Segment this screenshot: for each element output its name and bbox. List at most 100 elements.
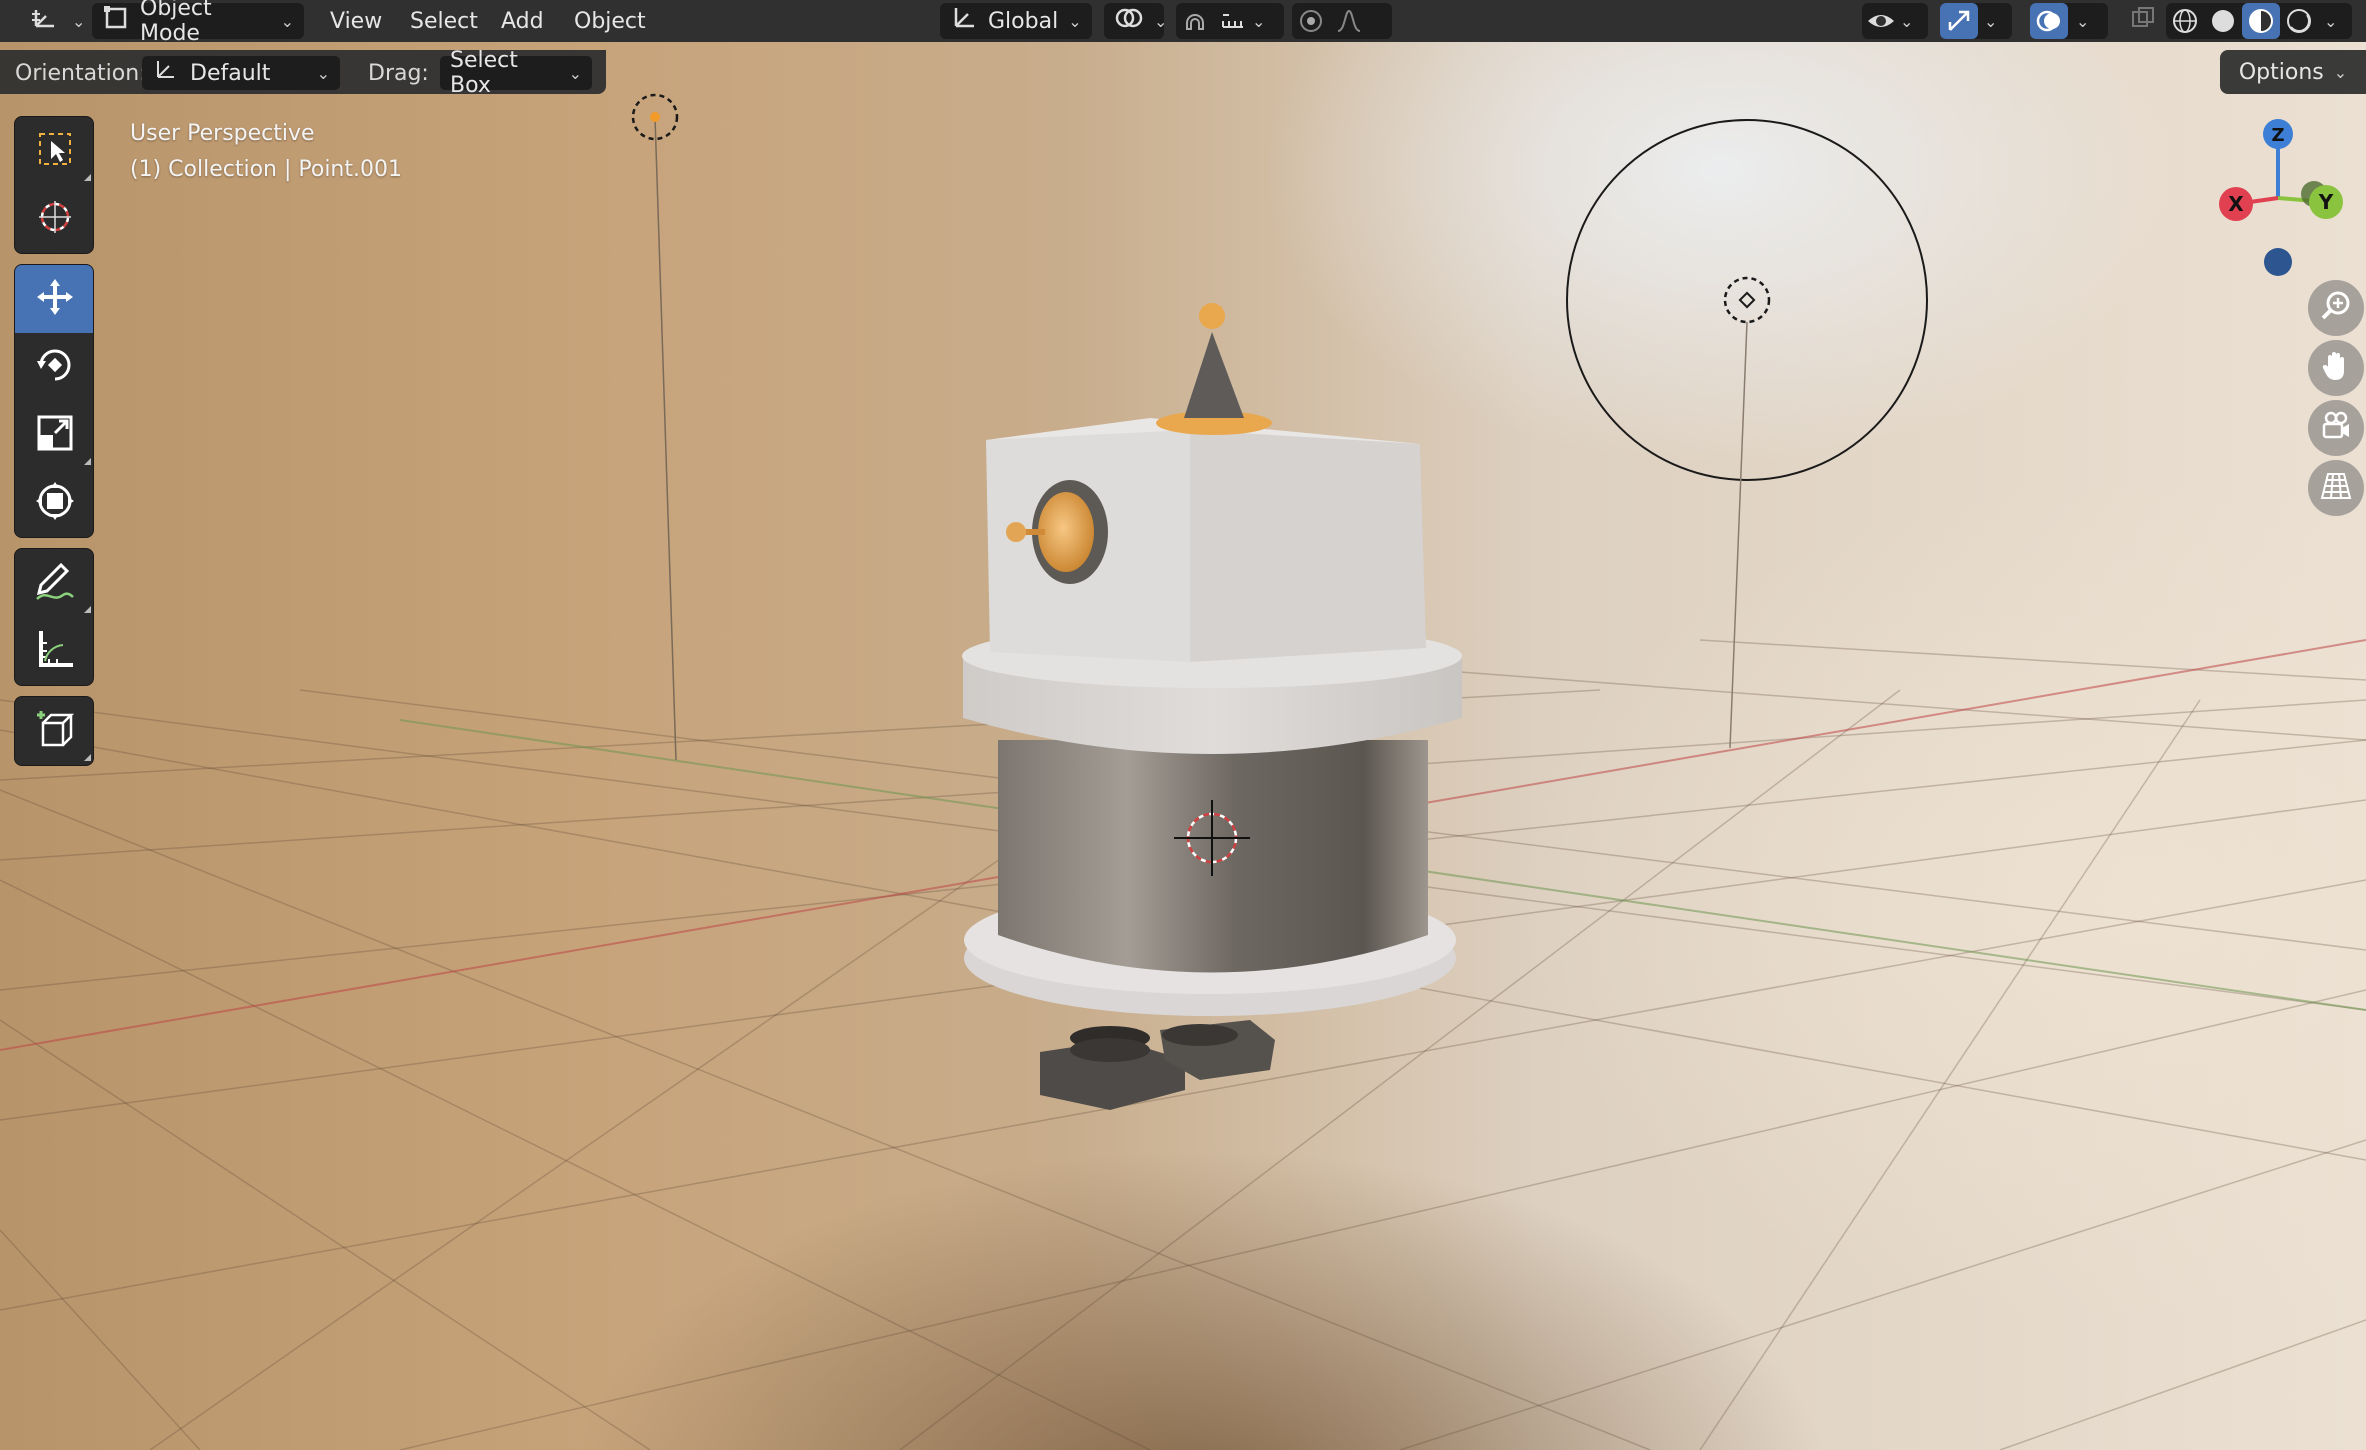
view-name: User Perspective	[130, 121, 315, 146]
move-tool[interactable]	[15, 265, 93, 333]
chevron-down-icon[interactable]: ⌄	[2068, 12, 2089, 31]
rotate-icon	[33, 343, 77, 391]
add-cube-icon	[33, 707, 77, 755]
navigation-gizmo[interactable]: X Y Z	[2196, 116, 2360, 286]
gizmo-z-label: Z	[2271, 125, 2284, 146]
orientation-axes-icon	[950, 4, 978, 38]
zoom-button[interactable]	[2308, 280, 2364, 336]
magnet-icon[interactable]	[1176, 3, 1214, 39]
gizmo-y-label: Y	[2318, 190, 2334, 214]
visibility-dropdown[interactable]: ⌄	[1862, 3, 1928, 39]
pivot-icon	[1114, 4, 1144, 38]
chevron-down-icon: ⌄	[1068, 11, 1082, 31]
perspective-toggle-button[interactable]	[2308, 460, 2364, 516]
drag-dropdown[interactable]: Select Box ⌄	[440, 48, 592, 98]
orientation-label: Orientation:	[15, 61, 147, 86]
snap-group: ⌄	[1176, 3, 1284, 39]
drag-label: Drag:	[368, 61, 429, 86]
xray-toggle[interactable]	[2120, 3, 2162, 39]
scale-tool[interactable]	[15, 401, 93, 469]
chevron-down-icon: ⌄	[72, 11, 86, 31]
tool-group-transform	[14, 264, 94, 538]
gizmo-icon[interactable]	[1940, 3, 1978, 39]
tool-variant-indicator	[84, 606, 91, 613]
transform-tool[interactable]	[15, 469, 93, 537]
move-icon	[33, 275, 77, 323]
object-mode-icon	[102, 4, 130, 38]
gizmo-x-label: X	[2228, 192, 2244, 216]
chevron-down-icon[interactable]: ⌄	[1978, 12, 1997, 31]
chevron-down-icon[interactable]: ⌄	[2318, 12, 2337, 31]
options-dropdown[interactable]: Options ⌄	[2220, 50, 2366, 94]
overlay-toggle-group: ⌄	[2030, 3, 2108, 39]
menu-object[interactable]: Object	[564, 3, 656, 39]
chevron-down-icon: ⌄	[2333, 62, 2348, 82]
options-label: Options	[2238, 59, 2324, 85]
orientation-value: Global	[988, 8, 1059, 34]
pan-button[interactable]	[2308, 340, 2364, 396]
grid-perspective-icon	[2319, 469, 2353, 507]
camera-icon	[2319, 409, 2353, 447]
tool-variant-indicator	[84, 754, 91, 761]
select-box-icon	[35, 129, 75, 173]
proportional-edit-icon[interactable]	[1292, 3, 1330, 39]
eye-icon	[1862, 3, 1900, 39]
hand-icon	[2319, 349, 2353, 387]
chevron-down-icon: ⌄	[1154, 11, 1168, 31]
transform-icon	[33, 479, 77, 527]
orientation-value: Default	[190, 60, 271, 86]
editor-type-button[interactable]: ⌄	[20, 3, 95, 39]
proportional-group	[1292, 3, 1392, 39]
wireframe-shading-icon[interactable]	[2166, 3, 2204, 39]
tool-group-select	[14, 116, 94, 254]
tool-variant-indicator	[84, 174, 91, 181]
material-preview-shading-icon[interactable]	[2242, 3, 2280, 39]
menu-select[interactable]: Select	[400, 3, 488, 39]
menu-view[interactable]: View	[320, 3, 392, 39]
zoom-icon	[2319, 289, 2353, 327]
tool-group-annotate	[14, 548, 94, 686]
3d-viewport[interactable]	[0, 0, 2366, 1450]
chevron-down-icon: ⌄	[1900, 11, 1914, 31]
viewport-info: User Perspective (1) Collection | Point.…	[130, 116, 402, 188]
annotate-tool[interactable]	[15, 549, 93, 617]
measure-tool[interactable]	[15, 617, 93, 685]
ruler-icon	[33, 627, 77, 675]
mode-label: Object Mode	[140, 0, 212, 46]
axes-editor-icon	[30, 4, 62, 38]
orientation-dropdown[interactable]: Default ⌄	[142, 56, 340, 90]
snap-increment-icon[interactable]	[1214, 3, 1252, 39]
gizmo-toggle-group: ⌄	[1940, 3, 2012, 39]
tool-shelf	[14, 116, 94, 776]
tool-group-add	[14, 696, 94, 766]
tool-variant-indicator	[84, 458, 91, 465]
overlays-icon[interactable]	[2030, 3, 2068, 39]
menu-add[interactable]: Add	[491, 3, 554, 39]
select-box-tool[interactable]	[15, 117, 93, 185]
scene-render	[0, 93, 2366, 1450]
mode-selector[interactable]: Object Mode ⌄	[92, 0, 304, 46]
drag-value: Select Box	[450, 48, 518, 98]
camera-view-button[interactable]	[2308, 400, 2364, 456]
rotate-tool[interactable]	[15, 333, 93, 401]
shading-mode-group: ⌄	[2166, 3, 2352, 39]
xray-icon	[2130, 5, 2156, 37]
pivot-point-dropdown[interactable]: ⌄	[1104, 3, 1168, 39]
cursor-tool[interactable]	[15, 185, 93, 253]
rendered-shading-icon[interactable]	[2280, 3, 2318, 39]
transform-orientation-dropdown[interactable]: Global ⌄	[940, 3, 1092, 39]
chevron-down-icon: ⌄	[316, 63, 330, 83]
solid-shading-icon[interactable]	[2204, 3, 2242, 39]
viewport-header: ⌄ Object Mode ⌄ View Select Add Object G…	[0, 0, 2366, 46]
add-cube-tool[interactable]	[15, 697, 93, 765]
chevron-down-icon: ⌄	[280, 11, 294, 31]
pencil-icon	[33, 559, 77, 607]
chevron-down-icon: ⌄	[568, 63, 582, 83]
collection-info: (1) Collection | Point.001	[130, 157, 402, 182]
scale-icon	[33, 411, 77, 459]
orientation-axes-icon	[152, 57, 178, 89]
falloff-curve-icon[interactable]	[1330, 3, 1368, 39]
chevron-down-icon[interactable]: ⌄	[1252, 12, 1271, 31]
tool-settings-bar: Orientation: Default ⌄ Drag: Select Box …	[0, 48, 606, 98]
cursor-icon	[35, 197, 75, 241]
